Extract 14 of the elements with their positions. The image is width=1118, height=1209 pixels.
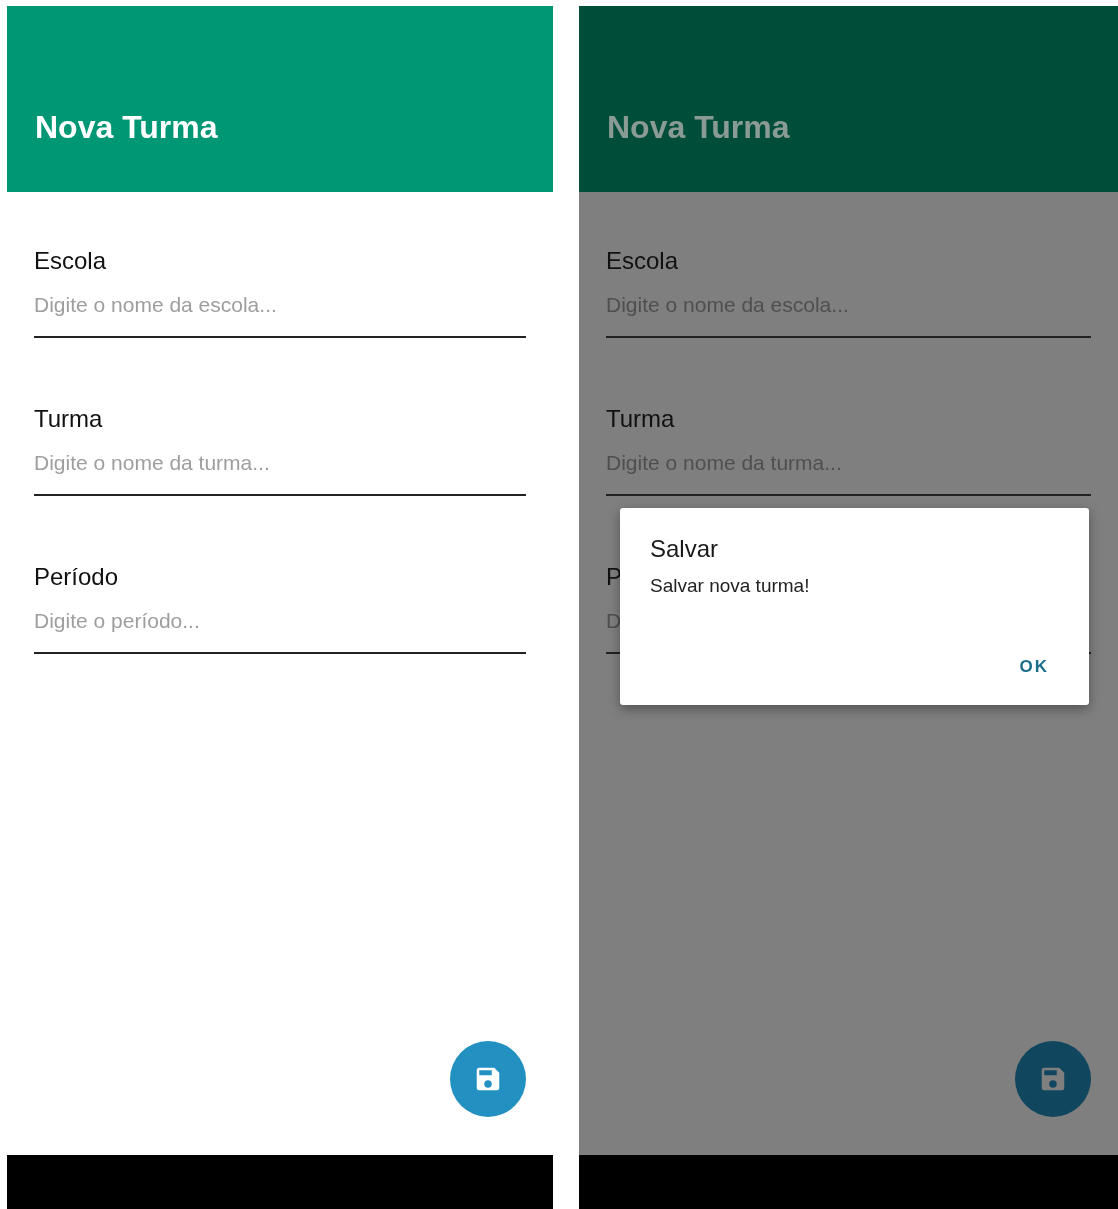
dialog-title: Salvar: [650, 534, 719, 564]
dialog-message: Salvar nova turma!: [650, 574, 810, 598]
input-field[interactable]: Digite o nome da escola...: [34, 288, 526, 338]
field-label: Turma: [34, 404, 103, 434]
field-label: P: [606, 562, 622, 592]
app-title: Nova Turma: [35, 108, 218, 147]
field-label: Turma: [606, 404, 675, 434]
input-field[interactable]: Digite o nome da turma...: [34, 446, 526, 496]
field-label: Período: [34, 562, 119, 592]
field-label: Escola: [606, 246, 679, 276]
app-title: Nova Turma: [607, 108, 790, 147]
field-label: Escola: [34, 246, 107, 276]
ok-button[interactable]: OK: [1013, 649, 1055, 683]
input-field[interactable]: Digite o período...: [34, 604, 526, 654]
